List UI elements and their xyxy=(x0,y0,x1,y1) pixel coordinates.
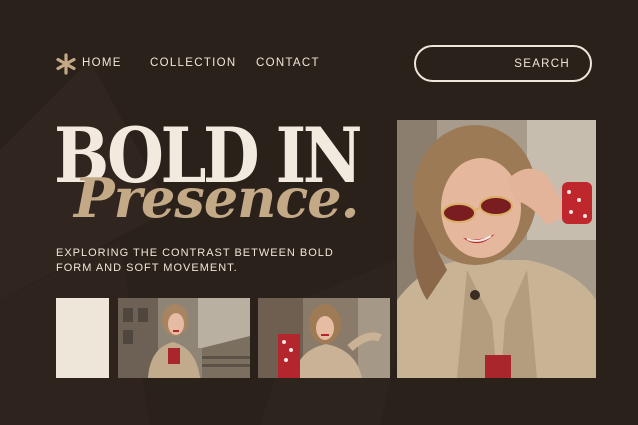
nav-link-contact[interactable]: CONTACT xyxy=(256,57,320,69)
search-box[interactable]: SEARCH xyxy=(414,45,592,82)
nav-link-collection[interactable]: COLLECTION xyxy=(150,57,237,69)
photo-woman-sunglasses-portrait xyxy=(397,120,596,378)
hero-subtitle: EXPLORING THE CONTRAST BETWEEN BOLD FORM… xyxy=(56,247,334,274)
asterisk-icon[interactable] xyxy=(55,53,77,75)
photo-woman-street xyxy=(118,298,250,378)
cream-color-swatch xyxy=(56,298,109,378)
top-navigation: HOME COLLECTION CONTACT SEARCH xyxy=(0,0,638,125)
nav-link-home[interactable]: HOME xyxy=(82,57,122,69)
photo-woman-arms-raised xyxy=(258,298,390,378)
search-button[interactable]: SEARCH xyxy=(514,58,570,70)
headline-presence: Presence. xyxy=(74,166,359,230)
search-input[interactable] xyxy=(434,55,518,75)
